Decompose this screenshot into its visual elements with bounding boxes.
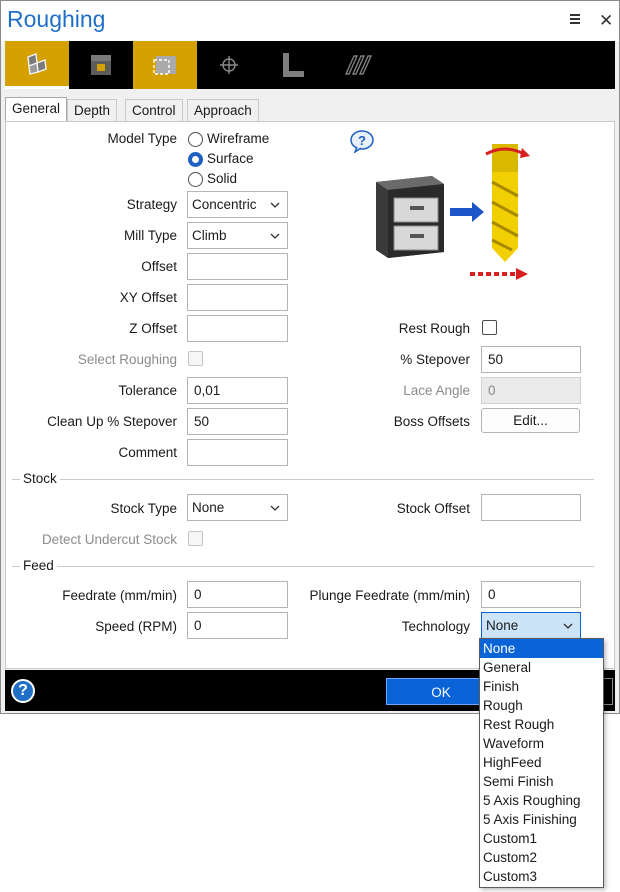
plunge-feedrate-input[interactable]: 0 bbox=[481, 581, 581, 608]
chevron-down-icon bbox=[563, 623, 573, 629]
rest-rough-label: Rest Rough bbox=[398, 321, 470, 336]
technology-option[interactable]: Custom2 bbox=[480, 848, 603, 867]
technology-option[interactable]: 5 Axis Finishing bbox=[480, 810, 603, 829]
xy-offset-label: XY Offset bbox=[119, 290, 177, 305]
select-roughing-label: Select Roughing bbox=[77, 352, 177, 367]
svg-text:?: ? bbox=[358, 133, 366, 148]
mill-type-select[interactable]: Climb bbox=[187, 222, 288, 249]
technology-option[interactable]: 5 Axis Roughing bbox=[480, 791, 603, 810]
offset-input[interactable] bbox=[187, 253, 288, 280]
technology-option[interactable]: None bbox=[480, 639, 603, 658]
cancel-button-edge[interactable] bbox=[603, 678, 613, 705]
technology-option[interactable]: Rest Rough bbox=[480, 715, 603, 734]
selection-box-icon[interactable] bbox=[133, 41, 197, 89]
technology-dropdown-list: None General Finish Rough Rest Rough Wav… bbox=[479, 638, 604, 888]
technology-option[interactable]: HighFeed bbox=[480, 753, 603, 772]
stock-section-title: Stock bbox=[20, 471, 60, 486]
select-roughing-checkbox[interactable] bbox=[188, 351, 203, 366]
model-type-label: Model Type bbox=[107, 131, 177, 146]
stepover-input[interactable]: 50 bbox=[481, 346, 581, 373]
offset-label: Offset bbox=[141, 259, 177, 274]
speed-input[interactable]: 0 bbox=[187, 612, 288, 639]
close-icon[interactable]: ✕ bbox=[599, 11, 613, 31]
solid-radio-label[interactable]: Solid bbox=[207, 171, 237, 186]
detect-undercut-label: Detect Undercut Stock bbox=[41, 532, 177, 547]
mill-type-label: Mill Type bbox=[123, 228, 177, 243]
tab-general[interactable]: General bbox=[5, 97, 68, 122]
stock-box-icon[interactable] bbox=[69, 41, 133, 89]
lace-angle-label: Lace Angle bbox=[403, 383, 470, 398]
help-icon[interactable]: ? bbox=[11, 679, 35, 703]
technology-option[interactable]: General bbox=[480, 658, 603, 677]
stock-divider bbox=[12, 479, 594, 480]
menu-icon[interactable] bbox=[570, 14, 580, 26]
feed-section-title: Feed bbox=[20, 558, 57, 573]
speed-label: Speed (RPM) bbox=[95, 619, 177, 634]
dialog-title: Roughing bbox=[7, 6, 106, 32]
stock-offset-label: Stock Offset bbox=[396, 501, 470, 516]
chevron-down-icon bbox=[270, 505, 280, 511]
waveform-path-icon[interactable] bbox=[325, 41, 389, 89]
clean-up-stepover-input[interactable]: 50 bbox=[187, 408, 288, 435]
chevron-down-icon bbox=[270, 233, 280, 239]
stock-type-select[interactable]: None bbox=[187, 494, 288, 521]
tolerance-input[interactable]: 0,01 bbox=[187, 377, 288, 404]
tolerance-label: Tolerance bbox=[118, 383, 177, 398]
technology-option[interactable]: Finish bbox=[480, 677, 603, 696]
z-offset-label: Z Offset bbox=[129, 321, 177, 336]
operation-toolbar bbox=[5, 41, 615, 89]
technology-option[interactable]: Waveform bbox=[480, 734, 603, 753]
technology-select[interactable]: None bbox=[481, 612, 581, 639]
surface-radio[interactable] bbox=[188, 152, 203, 167]
mill-type-value: Climb bbox=[192, 228, 227, 243]
tab-approach[interactable]: Approach bbox=[187, 99, 259, 121]
stepover-label: % Stepover bbox=[400, 352, 470, 367]
tab-control[interactable]: Control bbox=[125, 99, 183, 121]
boss-offsets-label: Boss Offsets bbox=[393, 414, 470, 429]
detect-undercut-checkbox[interactable] bbox=[188, 531, 203, 546]
surface-roughing-icon[interactable] bbox=[5, 41, 69, 89]
strategy-select[interactable]: Concentric bbox=[187, 191, 288, 218]
feed-divider bbox=[12, 566, 594, 567]
stock-type-value: None bbox=[192, 500, 225, 515]
stock-type-label: Stock Type bbox=[110, 501, 177, 516]
comment-label: Comment bbox=[118, 445, 177, 460]
xy-offset-input[interactable] bbox=[187, 284, 288, 311]
wireframe-radio-label[interactable]: Wireframe bbox=[207, 131, 269, 146]
feedrate-input[interactable]: 0 bbox=[187, 581, 288, 608]
technology-option[interactable]: Custom3 bbox=[480, 867, 603, 886]
roughing-dialog: Roughing ✕ General Depth Control Approac… bbox=[0, 0, 620, 714]
technology-option[interactable]: Custom1 bbox=[480, 829, 603, 848]
boss-offsets-edit-button[interactable]: Edit... bbox=[481, 408, 580, 433]
crosshair-icon[interactable] bbox=[197, 41, 261, 89]
comment-input[interactable] bbox=[187, 439, 288, 466]
chevron-down-icon bbox=[270, 202, 280, 208]
tool-library-illustration bbox=[372, 140, 532, 282]
title-bar: Roughing ✕ bbox=[1, 1, 619, 41]
tab-depth[interactable]: Depth bbox=[67, 99, 118, 121]
clean-up-stepover-label: Clean Up % Stepover bbox=[47, 414, 177, 429]
plunge-feedrate-label: Plunge Feedrate (mm/min) bbox=[309, 588, 470, 603]
lace-angle-input[interactable]: 0 bbox=[481, 377, 581, 404]
technology-value: None bbox=[486, 618, 519, 633]
general-panel: Model Type Wireframe Surface Solid Strat… bbox=[5, 121, 615, 669]
strategy-value: Concentric bbox=[192, 197, 257, 212]
l-profile-icon[interactable] bbox=[261, 41, 325, 89]
strategy-label: Strategy bbox=[126, 197, 177, 212]
z-offset-input[interactable] bbox=[187, 315, 288, 342]
surface-radio-label[interactable]: Surface bbox=[207, 151, 254, 166]
rest-rough-checkbox[interactable] bbox=[482, 320, 497, 335]
technology-option[interactable]: Rough bbox=[480, 696, 603, 715]
wireframe-radio[interactable] bbox=[188, 132, 203, 147]
technology-option[interactable]: Semi Finish bbox=[480, 772, 603, 791]
stock-offset-input[interactable] bbox=[481, 494, 581, 521]
solid-radio[interactable] bbox=[188, 172, 203, 187]
technology-label: Technology bbox=[401, 619, 470, 634]
feedrate-label: Feedrate (mm/min) bbox=[62, 588, 177, 603]
